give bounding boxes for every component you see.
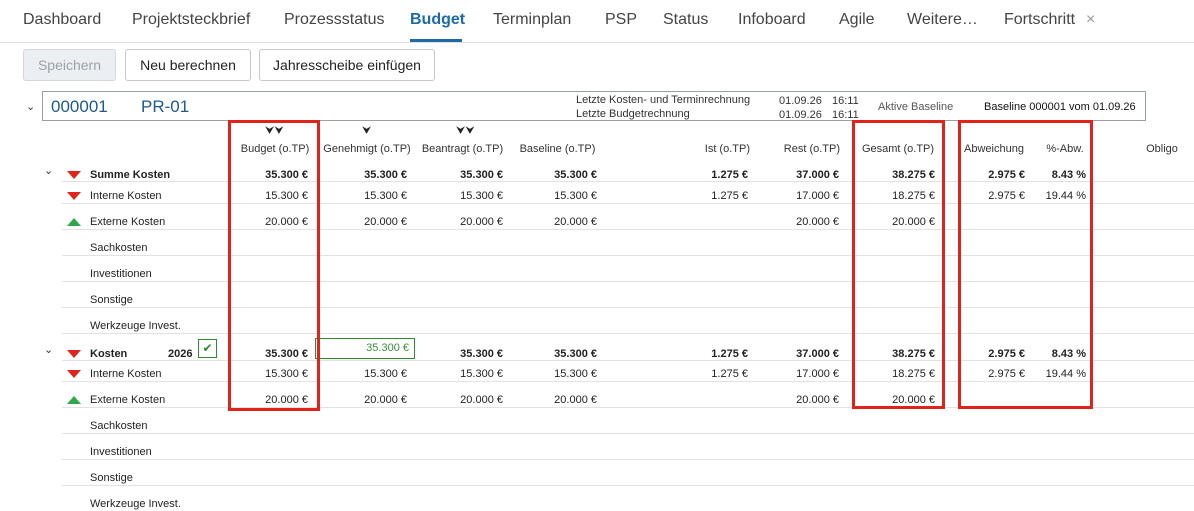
row-label: Sachkosten: [90, 242, 148, 254]
row-label: Sonstige: [90, 294, 133, 306]
last-budget-calc-label: Letzte Budgetrechnung: [576, 108, 690, 120]
chevron-down-icon[interactable]: ⌄: [44, 164, 53, 177]
row-label: Sonstige: [90, 472, 133, 484]
baseline-cell: 20.000 €: [554, 394, 597, 406]
row-divider: [62, 459, 1194, 460]
genehmigt-cell: 35.300 €: [364, 169, 407, 181]
project-id: 000001: [51, 97, 108, 116]
baseline-cell: 15.300 €: [554, 368, 597, 380]
trend-up-icon: [67, 396, 81, 404]
last-budget-date: 01.09.26: [779, 109, 822, 121]
genehmigt-cell: 20.000 €: [364, 216, 407, 228]
tab-weitere[interactable]: Weitere…: [907, 11, 978, 29]
tab-fortschritt[interactable]: Fortschritt: [1004, 11, 1075, 29]
tab-status[interactable]: Status: [663, 11, 708, 29]
insert-year-slice-button[interactable]: Jahresscheibe einfügen: [259, 49, 435, 81]
tab-bar: Dashboard Projektsteckbrief Prozessstatu…: [0, 0, 1194, 43]
genehmigt-cell: 15.300 €: [364, 368, 407, 380]
column-header-rest[interactable]: Rest (o.TP): [750, 143, 840, 155]
project-name: PR-01: [141, 97, 190, 116]
active-baseline-label: Aktive Baseline: [878, 101, 954, 113]
row-label: Investitionen: [90, 268, 152, 280]
beantragt-cell: 20.000 €: [460, 216, 503, 228]
trend-down-icon: [67, 350, 81, 358]
active-baseline-value: Baseline 000001 vom 01.09.26: [984, 101, 1136, 113]
rest-cell: 17.000 €: [796, 368, 839, 380]
year-confirm-checkbox[interactable]: ✔: [198, 339, 217, 358]
column-header-genehmigt[interactable]: Genehmigt (o.TP): [318, 143, 416, 155]
tab-projektsteckbrief[interactable]: Projektsteckbrief: [132, 11, 250, 29]
row-label: Investitionen: [90, 446, 152, 458]
recalculate-button[interactable]: Neu berechnen: [125, 49, 251, 81]
tab-psp[interactable]: PSP: [605, 11, 637, 29]
column-header-beantragt[interactable]: Beantragt (o.TP): [415, 143, 510, 155]
row-label: Externe Kosten: [90, 394, 166, 406]
last-cost-calc-label: Letzte Kosten- und Terminrechnung: [576, 94, 751, 106]
highlight-gesamt-column: [852, 120, 945, 409]
baseline-cell: 35.300 €: [554, 169, 597, 181]
genehmigt-cell: 15.300 €: [364, 190, 407, 202]
tab-budget[interactable]: Budget: [410, 11, 465, 29]
row-label: Interne Kosten: [90, 368, 162, 380]
highlight-deviation-columns: [958, 120, 1093, 409]
genehmigt-cell: 20.000 €: [364, 394, 407, 406]
beantragt-cell: 15.300 €: [460, 190, 503, 202]
column-header-ist[interactable]: Ist (o.TP): [660, 143, 750, 155]
last-cost-date: 01.09.26: [779, 95, 822, 107]
trend-down-icon: [67, 192, 81, 200]
trend-down-icon: [67, 370, 81, 378]
chevron-down-icon[interactable]: ⌄: [44, 343, 53, 356]
rest-cell: 20.000 €: [796, 216, 839, 228]
row-divider: [62, 485, 1194, 486]
beantragt-cell: 35.300 €: [460, 169, 503, 181]
row-label: Interne Kosten: [90, 190, 162, 202]
beantragt-cell: 15.300 €: [460, 368, 503, 380]
close-icon[interactable]: ×: [1086, 11, 1095, 29]
active-tab-indicator: [410, 39, 462, 42]
beantragt-cell: 20.000 €: [460, 394, 503, 406]
row-divider: [62, 433, 1194, 434]
ist-cell: 1.275 €: [711, 348, 748, 360]
tab-infoboard[interactable]: Infoboard: [738, 11, 806, 29]
row-label: Summe Kosten: [90, 169, 171, 181]
row-label: Kosten: [90, 348, 128, 360]
row-label: Werkzeuge Invest.: [90, 320, 181, 332]
rest-cell: 37.000 €: [796, 348, 839, 360]
beantragt-cell: 35.300 €: [460, 348, 503, 360]
rest-cell: 17.000 €: [796, 190, 839, 202]
chevron-down-icon[interactable]: ⌄: [26, 100, 35, 113]
highlight-budget-column: [228, 120, 320, 411]
tab-terminplan[interactable]: Terminplan: [493, 11, 571, 29]
beantragt-column-double-arrow-icon[interactable]: ⮟⮟: [456, 125, 475, 138]
tab-prozessstatus[interactable]: Prozessstatus: [284, 11, 384, 29]
rest-cell: 20.000 €: [796, 394, 839, 406]
baseline-cell: 20.000 €: [554, 216, 597, 228]
column-header-obligo[interactable]: Obligo: [1140, 143, 1184, 155]
year-label: 2026: [168, 348, 193, 360]
ist-cell: 1.275 €: [711, 368, 748, 380]
column-header-baseline[interactable]: Baseline (o.TP): [510, 143, 605, 155]
tab-agile[interactable]: Agile: [839, 11, 875, 29]
baseline-cell: 15.300 €: [554, 190, 597, 202]
genehmigt-edit-field[interactable]: 35.300 €: [315, 338, 415, 359]
tab-dashboard[interactable]: Dashboard: [23, 11, 101, 29]
ist-cell: 1.275 €: [711, 190, 748, 202]
save-button[interactable]: Speichern: [23, 49, 116, 81]
baseline-cell: 35.300 €: [554, 348, 597, 360]
trend-up-icon: [67, 218, 81, 226]
trend-down-icon: [67, 171, 81, 179]
row-label: Sachkosten: [90, 420, 148, 432]
genehmigt-column-arrow-icon[interactable]: ⮟: [362, 125, 371, 138]
ist-cell: 1.275 €: [711, 169, 748, 181]
row-label: Werkzeuge Invest.: [90, 498, 181, 510]
rest-cell: 37.000 €: [796, 169, 839, 181]
row-label: Externe Kosten: [90, 216, 166, 228]
last-cost-time: 16:11: [832, 95, 859, 107]
